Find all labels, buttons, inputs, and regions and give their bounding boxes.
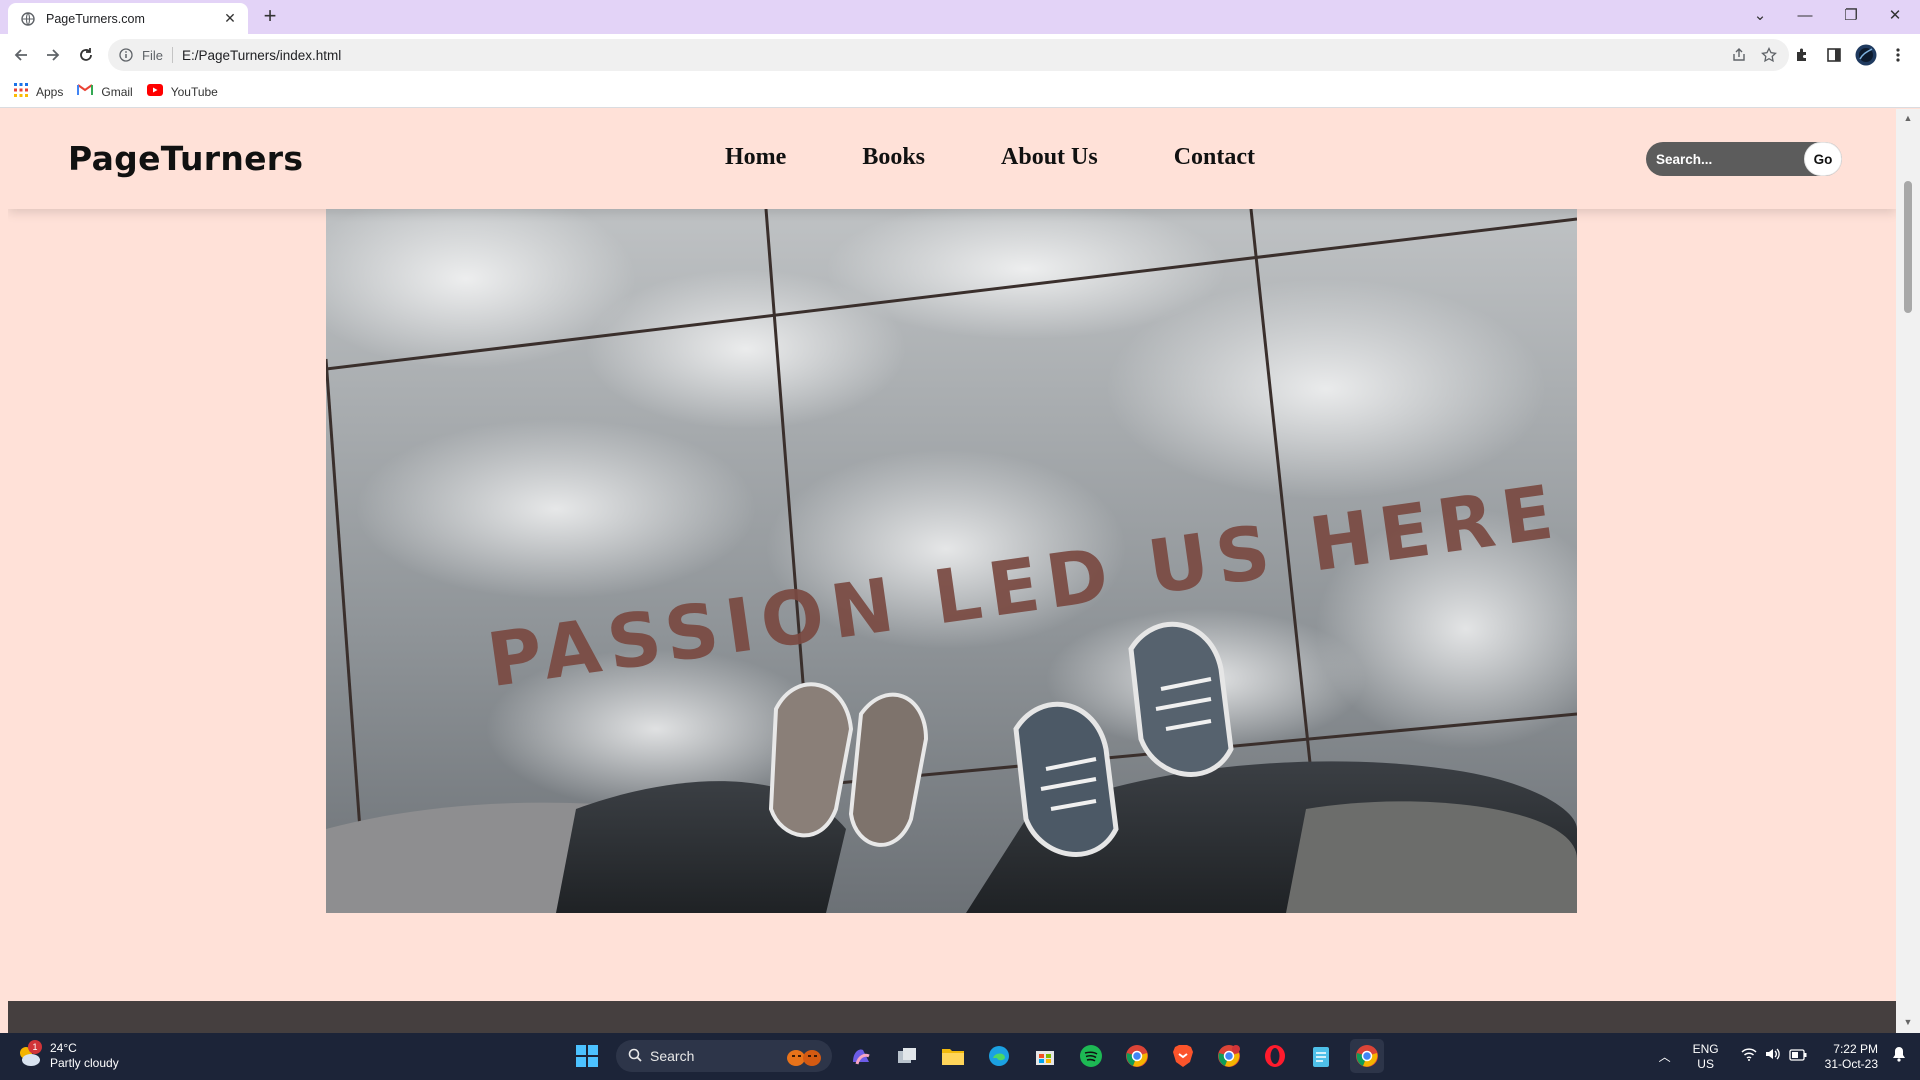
page-scrollbar[interactable]: ▲ ▼ xyxy=(1896,109,1920,1033)
main-nav: Home Books About Us Contact xyxy=(725,144,1255,171)
nav-books[interactable]: Books xyxy=(862,144,925,171)
partly-cloudy-icon: 1 xyxy=(16,1040,42,1069)
system-tray: ︿ ENG US 7:22 PM 31-Oct-23 xyxy=(1659,1033,1920,1080)
clock-date: 31-Oct-23 xyxy=(1824,1056,1878,1071)
opera-icon[interactable] xyxy=(1258,1039,1292,1073)
close-window-button[interactable]: ✕ xyxy=(1875,0,1915,30)
site-header: PageTurners Home Books About Us Contact … xyxy=(8,109,1896,209)
nav-home[interactable]: Home xyxy=(725,144,786,171)
show-hidden-icons-chevron-icon[interactable]: ︿ xyxy=(1659,1048,1671,1065)
notifications-bell-icon[interactable] xyxy=(1892,1046,1906,1067)
file-explorer-icon[interactable] xyxy=(936,1039,970,1073)
bookmark-star-icon[interactable] xyxy=(1761,46,1777,68)
restore-button[interactable]: ❐ xyxy=(1831,0,1871,30)
site-logo[interactable]: PageTurners xyxy=(68,139,303,178)
language-indicator[interactable]: ENG US xyxy=(1693,1042,1719,1072)
hero-image: PASSION LED US HERE xyxy=(326,209,1577,913)
tab-strip: PageTurners.com ✕ + ⌄ — ❐ ✕ xyxy=(0,0,1920,34)
close-tab-icon[interactable]: ✕ xyxy=(222,10,238,27)
clock-time: 7:22 PM xyxy=(1833,1041,1878,1056)
bookmark-gmail-label: Gmail xyxy=(101,84,133,99)
wifi-icon[interactable] xyxy=(1741,1047,1757,1066)
search-go-button[interactable]: Go xyxy=(1804,142,1842,176)
taskbar-search-label: Search xyxy=(650,1048,695,1064)
taskbar-search-box[interactable]: Search xyxy=(616,1040,832,1072)
brave-icon[interactable] xyxy=(1166,1039,1200,1073)
weather-temp: 24°C xyxy=(50,1041,77,1055)
site-info-icon[interactable] xyxy=(118,47,134,63)
nav-about-us[interactable]: About Us xyxy=(1001,144,1098,171)
bookmark-apps-label: Apps xyxy=(36,84,64,99)
bookmarks-bar: Apps Gmail YouTube xyxy=(0,76,1920,108)
gmail-icon xyxy=(77,84,94,99)
bookmark-youtube-label: YouTube xyxy=(170,84,218,99)
chrome-icon[interactable] xyxy=(1120,1039,1154,1073)
omnibox-divider xyxy=(171,47,173,63)
task-view-icon[interactable] xyxy=(890,1039,924,1073)
scroll-up-arrow-icon[interactable]: ▲ xyxy=(1902,113,1914,125)
share-icon[interactable] xyxy=(1731,47,1747,68)
taskbar-apps: Search xyxy=(570,1039,1384,1073)
reload-button[interactable] xyxy=(74,43,98,67)
weather-widget[interactable]: 1 24°C Partly cloudy xyxy=(16,1040,119,1071)
battery-icon[interactable] xyxy=(1788,1048,1807,1066)
chrome-profile-icon[interactable] xyxy=(1212,1039,1246,1073)
forward-button[interactable] xyxy=(41,43,65,67)
site-search: Go xyxy=(1646,142,1842,176)
notepad-icon[interactable] xyxy=(1304,1039,1338,1073)
globe-icon xyxy=(20,11,36,27)
chrome-active-icon[interactable] xyxy=(1350,1039,1384,1073)
hero-photo: PASSION LED US HERE xyxy=(326,209,1577,913)
weather-condition: Partly cloudy xyxy=(50,1056,119,1070)
copilot-icon[interactable] xyxy=(844,1039,878,1073)
tab-search-chevron-icon[interactable]: ⌄ xyxy=(1740,0,1780,30)
bookmark-apps[interactable]: Apps xyxy=(14,83,63,100)
page-viewport: PageTurners Home Books About Us Contact … xyxy=(8,109,1896,1033)
lang-line-2: US xyxy=(1697,1056,1714,1071)
nav-contact[interactable]: Contact xyxy=(1174,144,1255,171)
apps-grid-icon xyxy=(14,83,28,100)
volume-icon[interactable] xyxy=(1765,1047,1781,1066)
url-scheme-label: File xyxy=(142,47,163,63)
bookmark-youtube[interactable]: YouTube xyxy=(146,84,218,99)
lang-line-1: ENG xyxy=(1692,1041,1719,1056)
system-clock[interactable]: 7:22 PM 31-Oct-23 xyxy=(1825,1042,1878,1072)
youtube-icon xyxy=(146,84,163,99)
back-button[interactable] xyxy=(9,43,33,67)
search-input[interactable] xyxy=(1656,151,1796,167)
scrollbar-thumb[interactable] xyxy=(1904,181,1912,313)
edge-icon[interactable] xyxy=(982,1039,1016,1073)
browser-toolbar: File E:/PageTurners/index.html xyxy=(0,34,1920,76)
windows-taskbar: 1 24°C Partly cloudy Search ︿ ENG US 7:2… xyxy=(0,1033,1920,1080)
weather-badge: 1 xyxy=(28,1040,42,1054)
extensions-icon[interactable] xyxy=(1790,43,1814,67)
minimize-button[interactable]: — xyxy=(1785,0,1825,30)
address-bar[interactable]: File E:/PageTurners/index.html xyxy=(108,39,1789,71)
new-tab-button[interactable]: + xyxy=(258,5,282,29)
side-panel-icon[interactable] xyxy=(1822,43,1846,67)
bookmark-gmail[interactable]: Gmail xyxy=(77,84,133,99)
microsoft-store-icon[interactable] xyxy=(1028,1039,1062,1073)
tab-title: PageTurners.com xyxy=(46,11,145,26)
search-icon xyxy=(628,1048,642,1065)
halloween-highlight-icon xyxy=(782,1044,826,1071)
tab-pageturners[interactable]: PageTurners.com ✕ xyxy=(8,3,248,34)
url-text[interactable]: E:/PageTurners/index.html xyxy=(182,48,341,63)
browser-menu-icon[interactable] xyxy=(1886,43,1910,67)
spotify-icon[interactable] xyxy=(1074,1039,1108,1073)
scroll-down-arrow-icon[interactable]: ▼ xyxy=(1902,1017,1914,1029)
footer-band xyxy=(8,1001,1896,1033)
windows-start-icon[interactable] xyxy=(570,1039,604,1073)
profile-avatar[interactable] xyxy=(1854,43,1878,67)
